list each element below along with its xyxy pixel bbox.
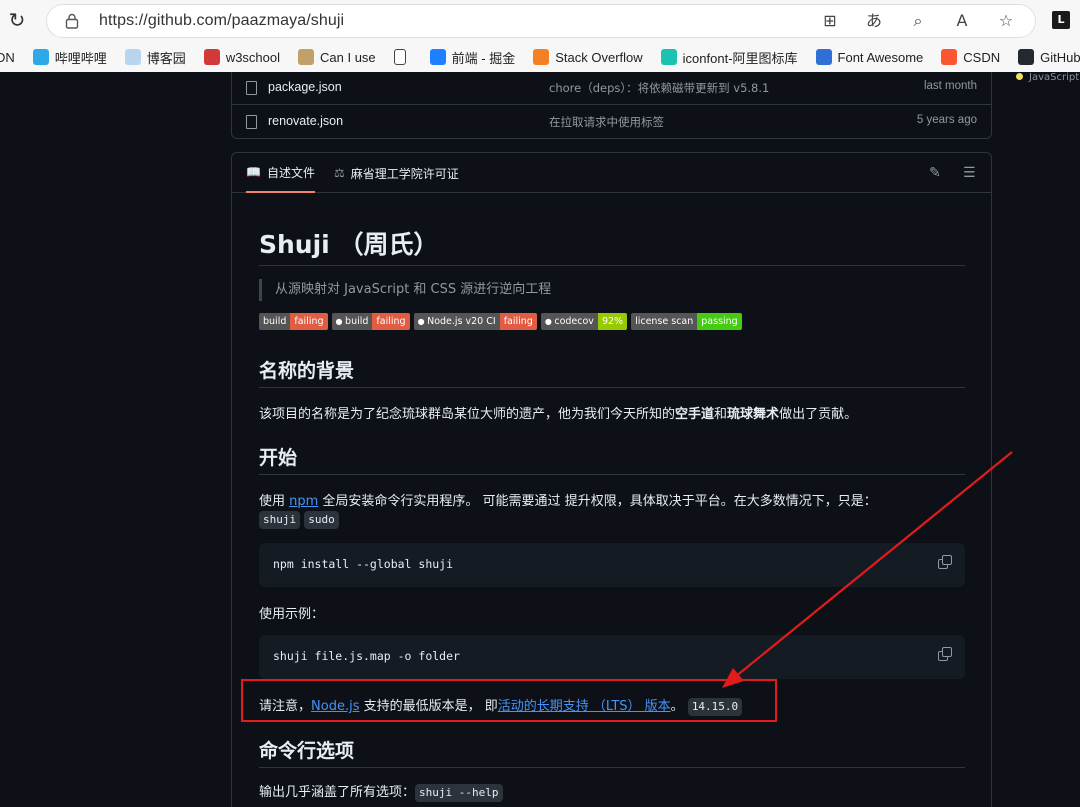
bookmark-item[interactable]: Font Awesome <box>815 49 923 65</box>
iconfont-icon <box>660 49 677 65</box>
bookmark-item[interactable]: Stack Overflow <box>533 49 643 65</box>
bookmarks-bar: DN 哔哩哔哩 博客园 w3school Can I use 前端 - 掘金 Stack O… <box>0 42 1080 72</box>
w3school-icon <box>203 49 220 65</box>
flag-icon <box>815 49 832 65</box>
bookmark-item[interactable]: DN <box>0 50 15 65</box>
browser-toolbar: ↻ https://github.com/paazmaya/shuji ⊞ あ … <box>0 0 1080 72</box>
csdn-icon <box>941 49 958 65</box>
bookmark-item[interactable]: 博客园 <box>124 48 186 67</box>
bookmark-item[interactable]: Can I use <box>298 49 376 65</box>
bookmark-item[interactable]: GitHub <box>1018 49 1080 65</box>
annotation-arrow <box>722 451 1013 688</box>
bookmark-item[interactable]: iconfont-阿里图标库 <box>660 48 798 67</box>
url-tools: ⊞ あ ⌕ A ☆ <box>819 10 1017 32</box>
extension-icon[interactable]: L <box>1052 11 1070 29</box>
apps-icon[interactable]: ⊞ <box>819 10 841 32</box>
favorite-star-icon[interactable]: ☆ <box>995 10 1017 32</box>
juejin-icon <box>429 49 446 65</box>
cnblogs-icon <box>124 49 141 65</box>
github-page: JavaScript package.json chore（deps）：将依赖磁… <box>0 72 1080 807</box>
translate-icon[interactable]: あ <box>863 10 885 32</box>
bookmark-item[interactable]: 哔哩哔哩 <box>32 48 107 67</box>
lock-icon <box>65 13 79 29</box>
github-icon <box>1018 49 1035 65</box>
reload-icon[interactable]: ↻ <box>6 9 28 31</box>
caniuse-icon <box>298 49 315 65</box>
bookmark-item[interactable]: CSDN <box>941 49 1000 65</box>
address-bar[interactable]: https://github.com/paazmaya/shuji ⊞ あ ⌕ … <box>46 4 1036 38</box>
zoom-icon[interactable]: ⌕ <box>907 10 929 32</box>
read-aloud-icon[interactable]: A <box>951 10 973 32</box>
bookmark-item[interactable]: 前端 - 掘金 <box>429 48 515 67</box>
url-text[interactable]: https://github.com/paazmaya/shuji <box>99 12 344 30</box>
address-row: ↻ https://github.com/paazmaya/shuji ⊞ あ … <box>0 0 1080 42</box>
page-icon <box>393 49 406 65</box>
bookmark-item[interactable]: w3school <box>203 49 280 65</box>
bookmark-item[interactable] <box>393 49 412 65</box>
stackoverflow-icon <box>533 49 550 65</box>
bilibili-icon <box>32 49 49 65</box>
